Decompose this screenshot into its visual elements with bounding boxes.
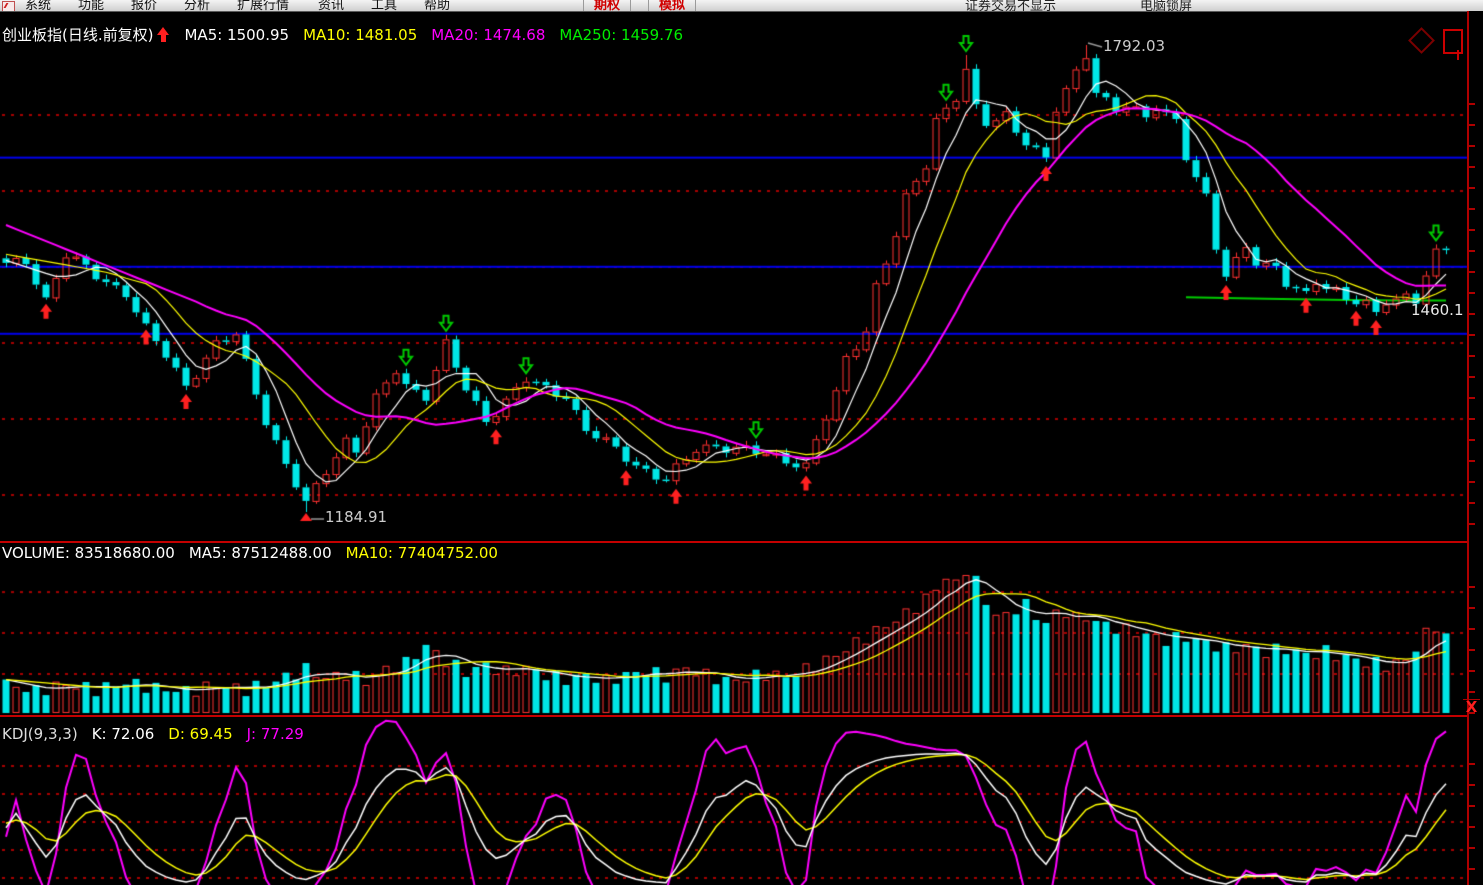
low-price-label: 1184.91 [325,508,387,526]
price-panel-header: 创业板指(日线.前复权) MA5: 1500.95 MA10: 1481.05 MA2… [2,24,697,45]
volume-ma10-label: MA10: 77404752.00 [346,544,498,562]
kdj-j-label: J: 77.29 [247,725,304,743]
kdj-k-label: K: 72.06 [92,725,155,743]
price-tag-label: 1460.1 [1411,301,1464,319]
ma5-label: MA5: 1500.95 [184,26,289,44]
ma10-label: MA10: 1481.05 [303,26,417,44]
close-panel-button[interactable]: X [1463,699,1480,716]
kdj-d-label: D: 69.45 [168,725,232,743]
trend-up-arrow-icon [157,27,170,42]
symbol-title: 创业板指(日线.前复权) [2,26,153,44]
window-tool-icon[interactable] [1443,29,1463,54]
ma20-label: MA20: 1474.68 [431,26,545,44]
volume-chart-canvas[interactable] [0,543,1483,715]
axis-ticks [1469,103,1475,543]
ma250-label: MA250: 1459.76 [559,26,683,44]
volume-panel-header: VOLUME: 83518680.00 MA5: 87512488.00 MA10:… [2,544,512,562]
axis-ticks [1469,586,1475,716]
high-price-label: 1792.03 [1103,37,1165,55]
kdj-panel-header: KDJ(9,3,3) K: 72.06 D: 69.45 J: 77.29 [2,725,318,743]
kdj-title: KDJ(9,3,3) [2,725,78,743]
volume-ma5-label: MA5: 87512488.00 [189,544,332,562]
volume-value-label: VOLUME: 83518680.00 [2,544,175,562]
right-axis-strip [1469,11,1483,885]
chart-right-border [1467,11,1469,885]
price-chart-canvas[interactable] [0,11,1483,541]
axis-ticks [1469,763,1475,885]
trading-terminal-window: 系统 功能 报价 分析 扩展行情 资讯 工具 帮助 期权 模拟 证券交易不显示 … [0,0,1483,885]
